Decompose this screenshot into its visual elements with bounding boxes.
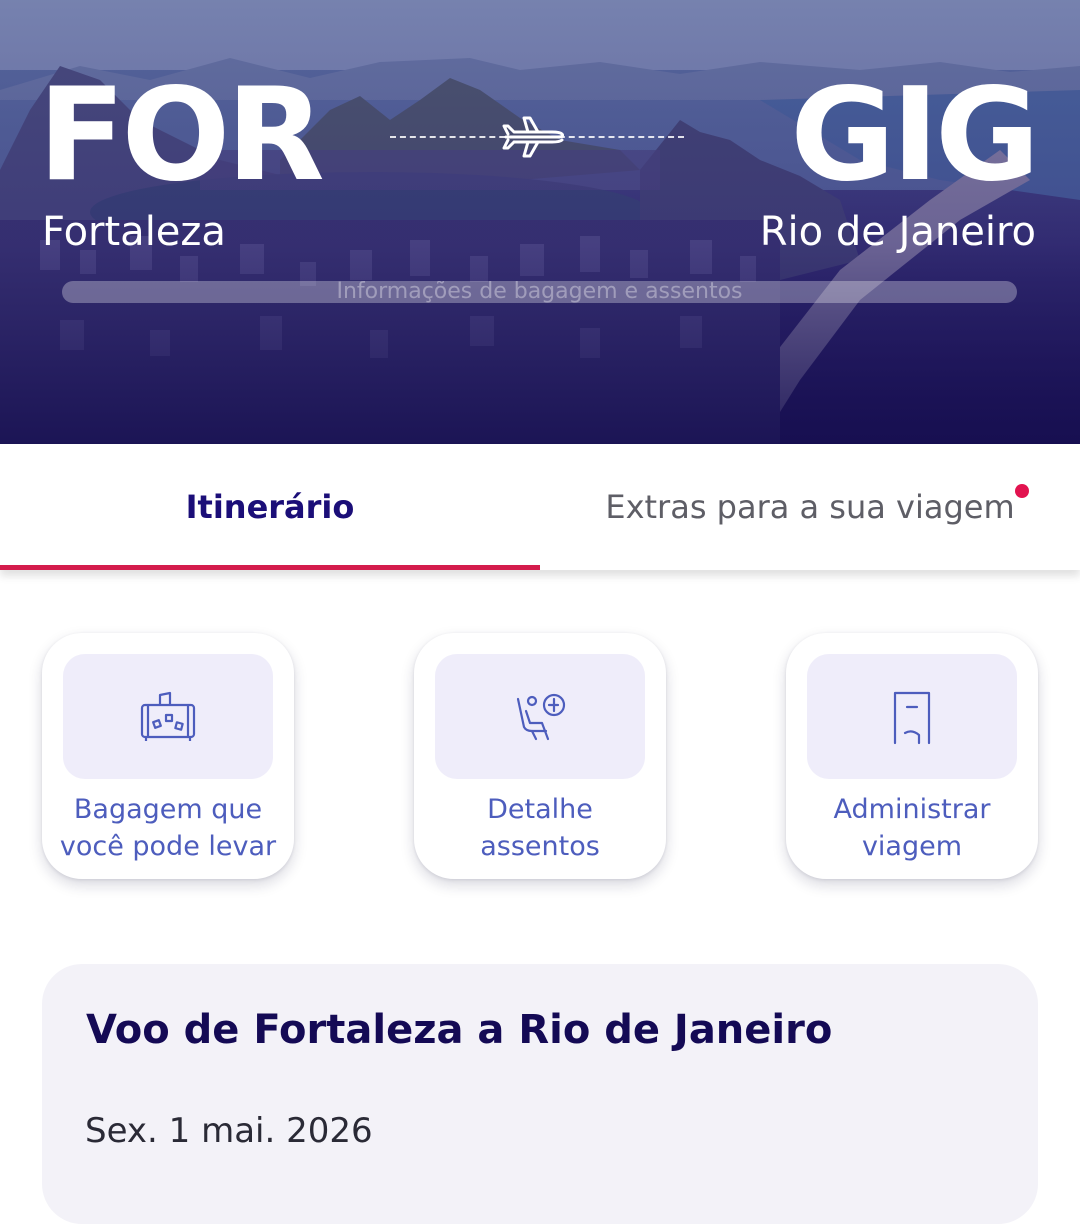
tab-extras-label: Extras para a sua viagem	[605, 488, 1015, 526]
baggage-button[interactable]: Bagagem que você pode levar	[42, 633, 294, 879]
notification-dot	[1015, 484, 1029, 498]
flight-card[interactable]: Voo de Fortaleza a Rio de Janeiro Sex. 1…	[42, 964, 1038, 1224]
active-tab-indicator	[0, 565, 540, 570]
origin-city: Fortaleza	[42, 209, 226, 255]
hero-info-bar: Informações de bagagem e assentos	[62, 281, 1017, 303]
seat-label-line2: assentos	[480, 831, 600, 862]
luggage-icon	[140, 691, 196, 741]
flight-date: Sex. 1 mai. 2026	[85, 1111, 373, 1151]
tab-itinerary[interactable]: Itinerário	[0, 444, 540, 570]
seat-details-label: Detalhe assentos	[414, 791, 666, 865]
baggage-label-line1: Bagagem que	[73, 794, 263, 825]
baggage-icon-tile	[63, 654, 273, 779]
baggage-label: Bagagem que você pode levar	[42, 791, 294, 865]
manage-label-line1: Administrar	[833, 794, 991, 825]
destination-city: Rio de Janeiro	[759, 209, 1036, 255]
destination-code: GIG	[790, 61, 1040, 210]
origin-code: FOR	[38, 61, 325, 210]
manage-trip-label: Administrar viagem	[786, 791, 1038, 865]
seat-icon-tile	[435, 654, 645, 779]
flight-title: Voo de Fortaleza a Rio de Janeiro	[86, 1007, 833, 1053]
seat-icon	[516, 693, 566, 740]
manage-trip-button[interactable]: Administrar viagem	[786, 633, 1038, 879]
seat-details-button[interactable]: Detalhe assentos	[414, 633, 666, 879]
airplane-icon	[502, 116, 564, 158]
baggage-label-line2: você pode levar	[59, 831, 277, 862]
manage-icon-tile	[807, 654, 1017, 779]
trip-hero: FOR GIG Fortaleza Rio de Janeiro Informa…	[0, 0, 1080, 444]
seat-label-line1: Detalhe	[487, 794, 593, 825]
trip-tabs: Itinerário Extras para a sua viagem	[0, 444, 1080, 570]
door-icon	[893, 691, 931, 744]
tab-itinerary-label: Itinerário	[185, 488, 355, 526]
tab-extras[interactable]: Extras para a sua viagem	[540, 444, 1080, 570]
manage-label-line2: viagem	[861, 831, 963, 862]
